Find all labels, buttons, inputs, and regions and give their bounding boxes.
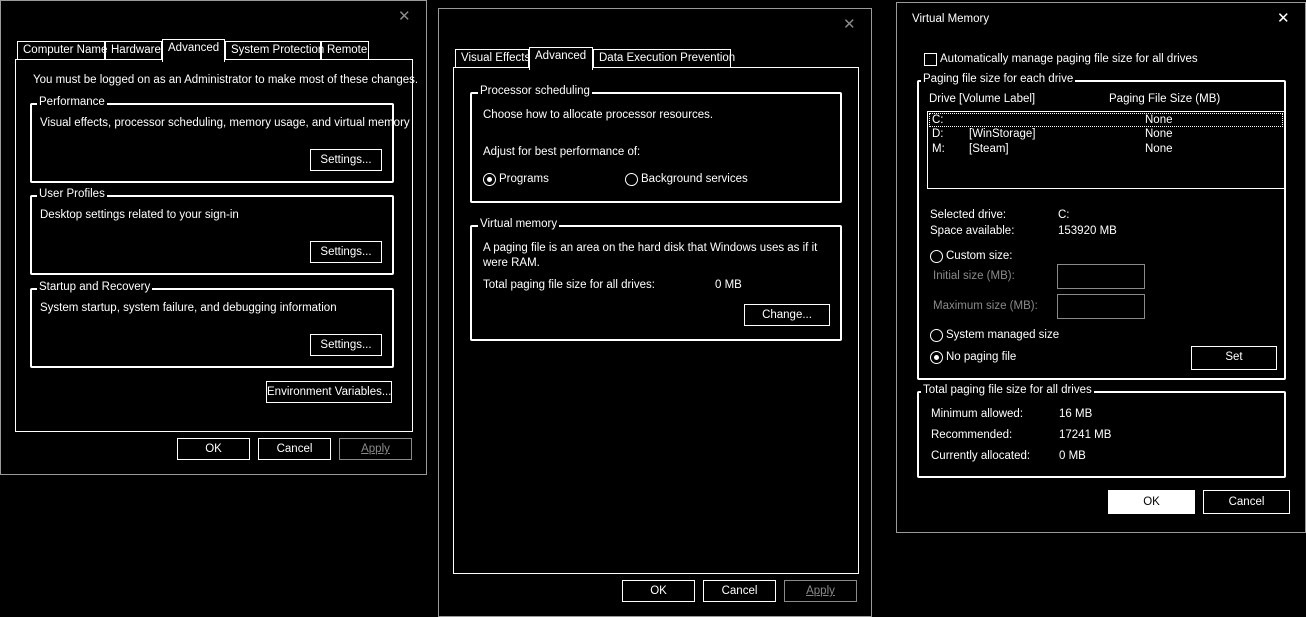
- tab-advanced[interactable]: Advanced: [162, 39, 225, 62]
- system-properties-window: ✕ Computer Name Hardware Advanced System…: [0, 0, 427, 475]
- user-profiles-desc: Desktop settings related to your sign-in: [40, 209, 239, 221]
- advanced-tab-panel: Processor scheduling Choose how to alloc…: [453, 67, 859, 574]
- space-available-label: Space available:: [930, 225, 1015, 237]
- advanced-tab-panel: You must be logged on as an Administrato…: [15, 59, 418, 432]
- recommended-value: 17241 MB: [1059, 429, 1112, 441]
- background-services-radio[interactable]: [625, 173, 638, 186]
- selected-drive-value: C:: [1058, 209, 1070, 221]
- tab-hardware[interactable]: Hardware: [105, 41, 162, 59]
- drive-letter: M:: [932, 143, 945, 155]
- change-button[interactable]: Change...: [744, 304, 830, 326]
- close-icon[interactable]: ✕: [1277, 11, 1290, 26]
- minimum-allowed-label: Minimum allowed:: [931, 408, 1024, 420]
- initial-size-label: Initial size (MB):: [933, 270, 1015, 282]
- custom-size-label: Custom size:: [946, 250, 1013, 262]
- system-managed-label: System managed size: [946, 329, 1060, 341]
- ok-button[interactable]: OK: [177, 438, 250, 460]
- processor-scheduling-title: Processor scheduling: [478, 85, 592, 97]
- currently-allocated-value: 0 MB: [1059, 450, 1086, 462]
- tab-remote[interactable]: Remote: [321, 41, 369, 59]
- total-paging-title: Total paging file size for all drives: [921, 384, 1094, 396]
- virtual-memory-group: Virtual memory A paging file is an area …: [470, 218, 842, 341]
- drive-label: [WinStorage]: [969, 128, 1036, 140]
- drive-paging-size: None: [1145, 128, 1173, 140]
- processor-desc: Choose how to allocate processor resourc…: [483, 109, 714, 121]
- tab-data-execution-prevention[interactable]: Data Execution Prevention: [593, 49, 735, 67]
- drive-paging-size: None: [1145, 143, 1173, 155]
- system-managed-radio[interactable]: [930, 329, 943, 342]
- programs-label: Programs: [499, 173, 549, 185]
- custom-size-radio[interactable]: [930, 250, 943, 263]
- list-item[interactable]: D: [WinStorage] None: [929, 128, 1283, 142]
- background-services-label: Background services: [641, 173, 748, 185]
- drive-paging-size: None: [1145, 114, 1173, 126]
- startup-recovery-group: Startup and Recovery System startup, sys…: [30, 281, 394, 368]
- adjust-performance-label: Adjust for best performance of:: [483, 146, 641, 158]
- virtual-memory-title: Virtual memory: [478, 218, 560, 230]
- drive-label: [Steam]: [969, 143, 1009, 155]
- tab-visual-effects[interactable]: Visual Effects: [455, 49, 530, 67]
- maximum-size-input[interactable]: [1057, 294, 1145, 319]
- paging-desc-line1: A paging file is an area on the hard dis…: [483, 242, 818, 254]
- total-paging-value: 0 MB: [715, 279, 742, 291]
- performance-group: Performance Visual effects, processor sc…: [30, 96, 410, 183]
- close-icon[interactable]: ✕: [398, 9, 411, 24]
- recommended-label: Recommended:: [931, 429, 1013, 441]
- drive-letter: D:: [932, 128, 944, 140]
- admin-note: You must be logged on as an Administrato…: [33, 74, 419, 86]
- user-profiles-settings-button[interactable]: Settings...: [310, 241, 382, 263]
- paging-per-drive-group: Paging file size for each drive Drive [V…: [917, 73, 1286, 380]
- total-paging-label: Total paging file size for all drives:: [483, 279, 655, 291]
- cancel-button[interactable]: Cancel: [1203, 490, 1290, 514]
- drive-column-header: Drive [Volume Label]: [929, 93, 1036, 105]
- user-profiles-title: User Profiles: [37, 188, 107, 200]
- tab-advanced[interactable]: Advanced: [529, 47, 593, 70]
- cancel-button[interactable]: Cancel: [258, 438, 331, 460]
- startup-recovery-desc: System startup, system failure, and debu…: [40, 302, 337, 314]
- apply-button[interactable]: Apply: [339, 438, 412, 460]
- total-paging-group: Total paging file size for all drives Mi…: [917, 384, 1286, 478]
- minimum-allowed-value: 16 MB: [1059, 408, 1093, 420]
- performance-title: Performance: [37, 96, 107, 108]
- user-profiles-group: User Profiles Desktop settings related t…: [30, 188, 394, 275]
- ok-button[interactable]: OK: [1108, 490, 1195, 514]
- close-icon[interactable]: ✕: [843, 17, 856, 32]
- paging-desc-line2: were RAM.: [483, 257, 540, 269]
- drive-list[interactable]: C: None D: [WinStorage] None M: [Steam] …: [927, 111, 1285, 189]
- processor-scheduling-group: Processor scheduling Choose how to alloc…: [470, 85, 842, 203]
- size-column-header: Paging File Size (MB): [1109, 93, 1221, 105]
- auto-manage-checkbox[interactable]: [924, 53, 937, 66]
- programs-radio[interactable]: [483, 173, 496, 186]
- tab-computer-name[interactable]: Computer Name: [17, 41, 107, 59]
- no-paging-file-label: No paging file: [946, 351, 1017, 363]
- apply-button[interactable]: Apply: [784, 580, 857, 602]
- virtual-memory-window: Virtual Memory ✕ Automatically manage pa…: [896, 2, 1306, 533]
- list-item[interactable]: M: [Steam] None: [929, 143, 1283, 157]
- cancel-button[interactable]: Cancel: [703, 580, 776, 602]
- selected-drive-label: Selected drive:: [930, 209, 1007, 221]
- initial-size-input[interactable]: [1057, 264, 1145, 289]
- no-paging-file-radio[interactable]: [930, 351, 943, 364]
- paging-per-drive-title: Paging file size for each drive: [921, 73, 1076, 85]
- set-button[interactable]: Set: [1191, 346, 1277, 370]
- list-item[interactable]: C: None: [929, 113, 1283, 127]
- drive-letter: C:: [932, 114, 944, 126]
- performance-settings-button[interactable]: Settings...: [310, 149, 382, 171]
- performance-options-window: ✕ Visual Effects Advanced Data Execution…: [438, 8, 872, 617]
- currently-allocated-label: Currently allocated:: [931, 450, 1031, 462]
- startup-settings-button[interactable]: Settings...: [310, 334, 382, 356]
- tab-system-protection[interactable]: System Protection: [225, 41, 324, 59]
- startup-recovery-title: Startup and Recovery: [37, 281, 153, 293]
- maximum-size-label: Maximum size (MB):: [933, 300, 1038, 312]
- ok-button[interactable]: OK: [622, 580, 695, 602]
- performance-desc: Visual effects, processor scheduling, me…: [40, 117, 410, 129]
- space-available-value: 153920 MB: [1058, 225, 1117, 237]
- environment-variables-button[interactable]: Environment Variables...: [266, 381, 392, 403]
- auto-manage-label: Automatically manage paging file size fo…: [940, 53, 1198, 65]
- window-title: Virtual Memory: [912, 13, 990, 25]
